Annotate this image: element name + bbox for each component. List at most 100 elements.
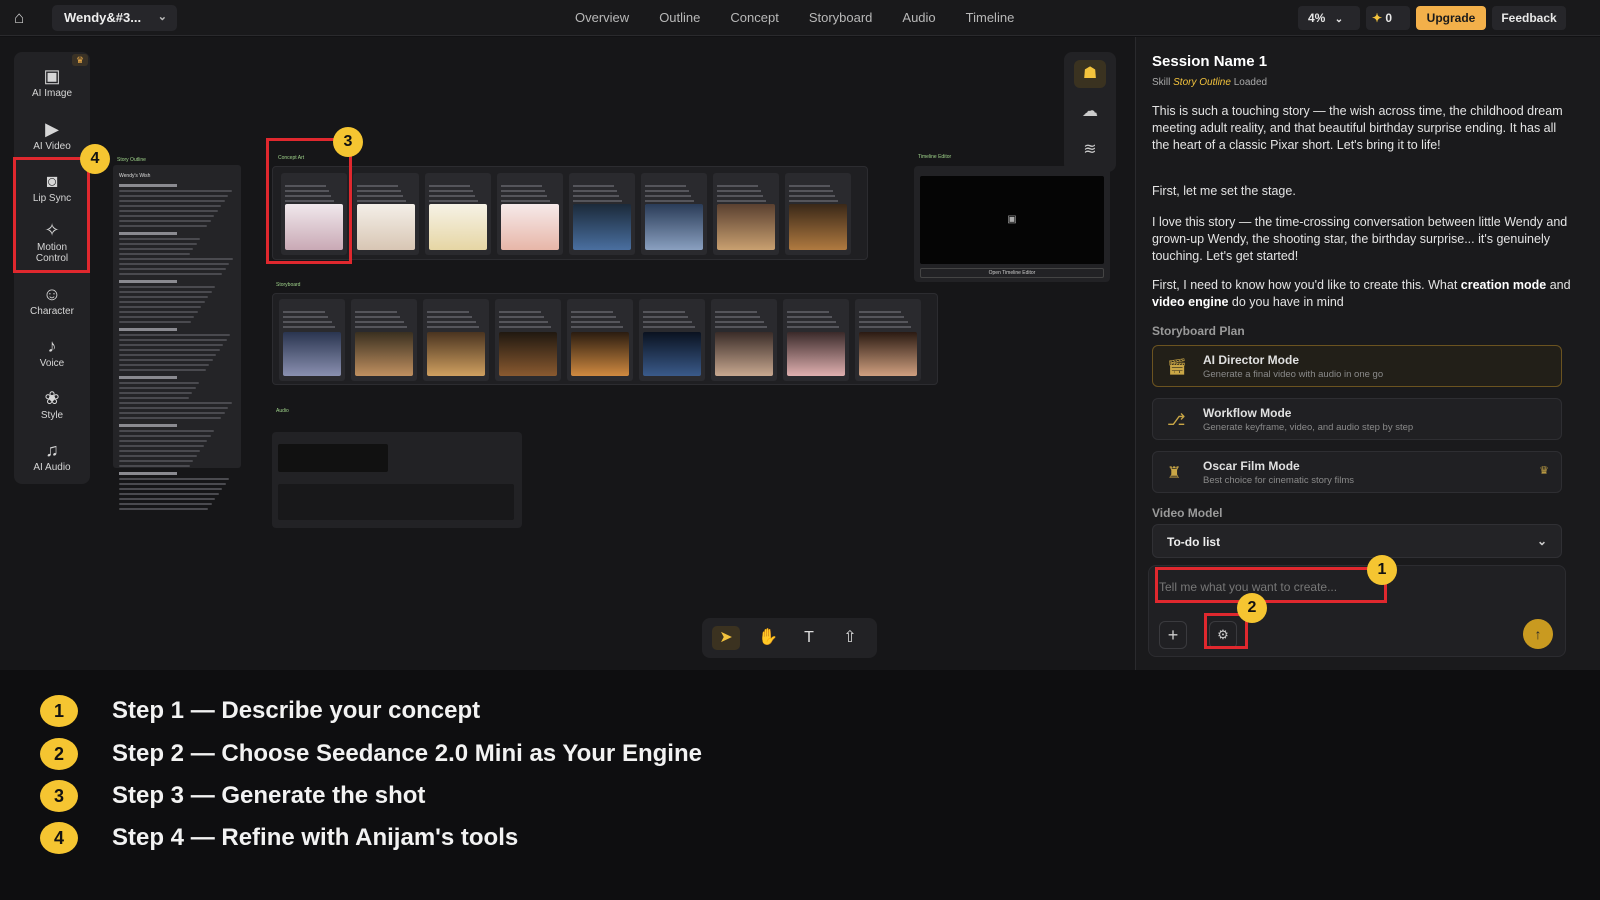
select-cursor-icon[interactable]: ➤ <box>712 626 740 650</box>
nav-timeline[interactable]: Timeline <box>966 0 1015 36</box>
doc-line <box>119 392 193 394</box>
skill-name: Story Outline <box>1173 77 1231 88</box>
concept-card[interactable] <box>713 173 779 255</box>
storyboard-thumbnail <box>859 332 917 376</box>
character-icon: ☺ <box>42 284 62 304</box>
speech-block[interactable] <box>278 444 388 472</box>
doc-line <box>119 243 197 245</box>
highlight-box-4 <box>13 157 90 273</box>
doc-line <box>119 210 218 212</box>
cloud-icon[interactable]: ☁ <box>1074 98 1106 126</box>
text-tool-icon[interactable]: T <box>795 626 823 650</box>
feedback-button[interactable]: Feedback <box>1492 6 1566 30</box>
add-attachment-button[interactable]: + <box>1159 621 1187 649</box>
story-outline-node[interactable]: Wendy's Wish <box>113 165 241 510</box>
tool-label: Voice <box>39 358 65 369</box>
timeline-editor-node[interactable]: ▣ Open Timeline Editor <box>914 166 1110 282</box>
video-icon: ▶ <box>45 119 59 139</box>
doc-line <box>119 301 205 303</box>
tool-voice[interactable]: ♪ Voice <box>14 336 90 369</box>
mode-oscar-film[interactable]: ♜ Oscar Film Mode Best choice for cinema… <box>1152 451 1562 493</box>
doc-line <box>119 397 189 399</box>
doc-line <box>119 253 190 255</box>
hand-pan-icon[interactable]: ✋ <box>754 626 782 650</box>
concept-card[interactable] <box>785 173 851 255</box>
doc-line <box>119 483 226 485</box>
concept-thumbnail <box>573 204 631 250</box>
tool-label: Character <box>30 306 74 317</box>
storyboard-card[interactable] <box>279 299 345 381</box>
tool-style[interactable]: ❀ Style <box>14 388 90 421</box>
concept-art-node[interactable] <box>272 166 868 260</box>
storyboard-card[interactable] <box>567 299 633 381</box>
doc-line <box>119 311 198 313</box>
concept-card[interactable] <box>497 173 563 255</box>
doc-line <box>119 402 232 404</box>
zoom-dropdown[interactable]: 4% ⌄ <box>1298 6 1360 30</box>
doc-line <box>119 493 219 495</box>
top-nav: Overview Outline Concept Storyboard Audi… <box>575 0 1044 36</box>
storyboard-card[interactable] <box>783 299 849 381</box>
home-icon[interactable]: ⌂ <box>14 9 34 27</box>
nav-storyboard[interactable]: Storyboard <box>809 0 873 36</box>
tool-ai-video[interactable]: ▶ AI Video <box>14 119 90 152</box>
concept-card[interactable] <box>353 173 419 255</box>
nav-audio[interactable]: Audio <box>902 0 935 36</box>
nav-concept[interactable]: Concept <box>730 0 778 36</box>
audio-node[interactable] <box>272 432 522 528</box>
video-model-select[interactable]: To-do list ⌄ <box>1152 524 1562 558</box>
send-button[interactable]: ↑ <box>1523 619 1553 649</box>
doc-line <box>119 200 225 202</box>
concept-thumbnail <box>789 204 847 250</box>
mode-workflow[interactable]: ⎇ Workflow Mode Generate keyframe, video… <box>1152 398 1562 440</box>
doc-line <box>119 321 191 323</box>
layers-icon[interactable]: ≋ <box>1074 136 1106 164</box>
callout-badge-1: 1 <box>1367 555 1397 585</box>
highlight-box-3 <box>266 138 352 264</box>
mode-ai-director[interactable]: 🎬︎ AI Director Mode Generate a final vid… <box>1152 345 1562 387</box>
tool-character[interactable]: ☺ Character <box>14 284 90 317</box>
doc-line <box>119 387 196 389</box>
open-timeline-editor-button[interactable]: Open Timeline Editor <box>920 268 1104 278</box>
credits-badge[interactable]: ✦ 0 <box>1366 6 1410 30</box>
storyboard-card[interactable] <box>351 299 417 381</box>
concept-card[interactable] <box>569 173 635 255</box>
upgrade-button[interactable]: Upgrade <box>1416 6 1486 30</box>
robot-icon[interactable]: ☗ <box>1074 60 1106 88</box>
concept-thumbnail <box>645 204 703 250</box>
storyboard-card[interactable] <box>495 299 561 381</box>
image-icon: ▣ <box>43 66 61 86</box>
storyboard-card[interactable] <box>855 299 921 381</box>
doc-line <box>119 430 215 432</box>
step-number: 1 <box>40 695 78 727</box>
doc-line <box>119 195 229 197</box>
doc-line <box>119 344 224 346</box>
assistant-message-1: This is such a touching story — the wish… <box>1152 104 1563 152</box>
tool-ai-audio[interactable]: ♫ AI Audio <box>14 440 90 473</box>
sparkle-icon: ✦ <box>1372 11 1383 25</box>
doc-line <box>119 407 229 409</box>
background-music-block[interactable] <box>278 484 514 520</box>
storyboard-card[interactable] <box>423 299 489 381</box>
upload-icon[interactable]: ⇧ <box>836 626 864 650</box>
doc-line <box>119 316 195 318</box>
concept-card[interactable] <box>641 173 707 255</box>
doc-line <box>119 460 194 462</box>
storyboard-card[interactable] <box>639 299 705 381</box>
storyboard-node[interactable] <box>272 293 938 385</box>
storyboard-card[interactable] <box>711 299 777 381</box>
project-selector[interactable]: Wendy&#3... ⌄ <box>52 5 177 31</box>
step-text: Step 2 — Choose Seedance 2.0 Mini as You… <box>112 740 702 767</box>
mode-title: AI Director Mode <box>1203 353 1300 367</box>
doc-line <box>119 445 204 447</box>
doc-line <box>119 248 194 250</box>
tool-label: Style <box>40 410 64 421</box>
tool-ai-image[interactable]: ▣ AI Image <box>14 66 90 99</box>
nav-outline[interactable]: Outline <box>659 0 700 36</box>
doc-line <box>119 328 177 331</box>
doc-line <box>119 354 217 356</box>
doc-line <box>119 296 209 298</box>
concept-card[interactable] <box>425 173 491 255</box>
nav-overview[interactable]: Overview <box>575 0 629 36</box>
assistant-message-2: First, let me set the stage. <box>1152 184 1296 198</box>
